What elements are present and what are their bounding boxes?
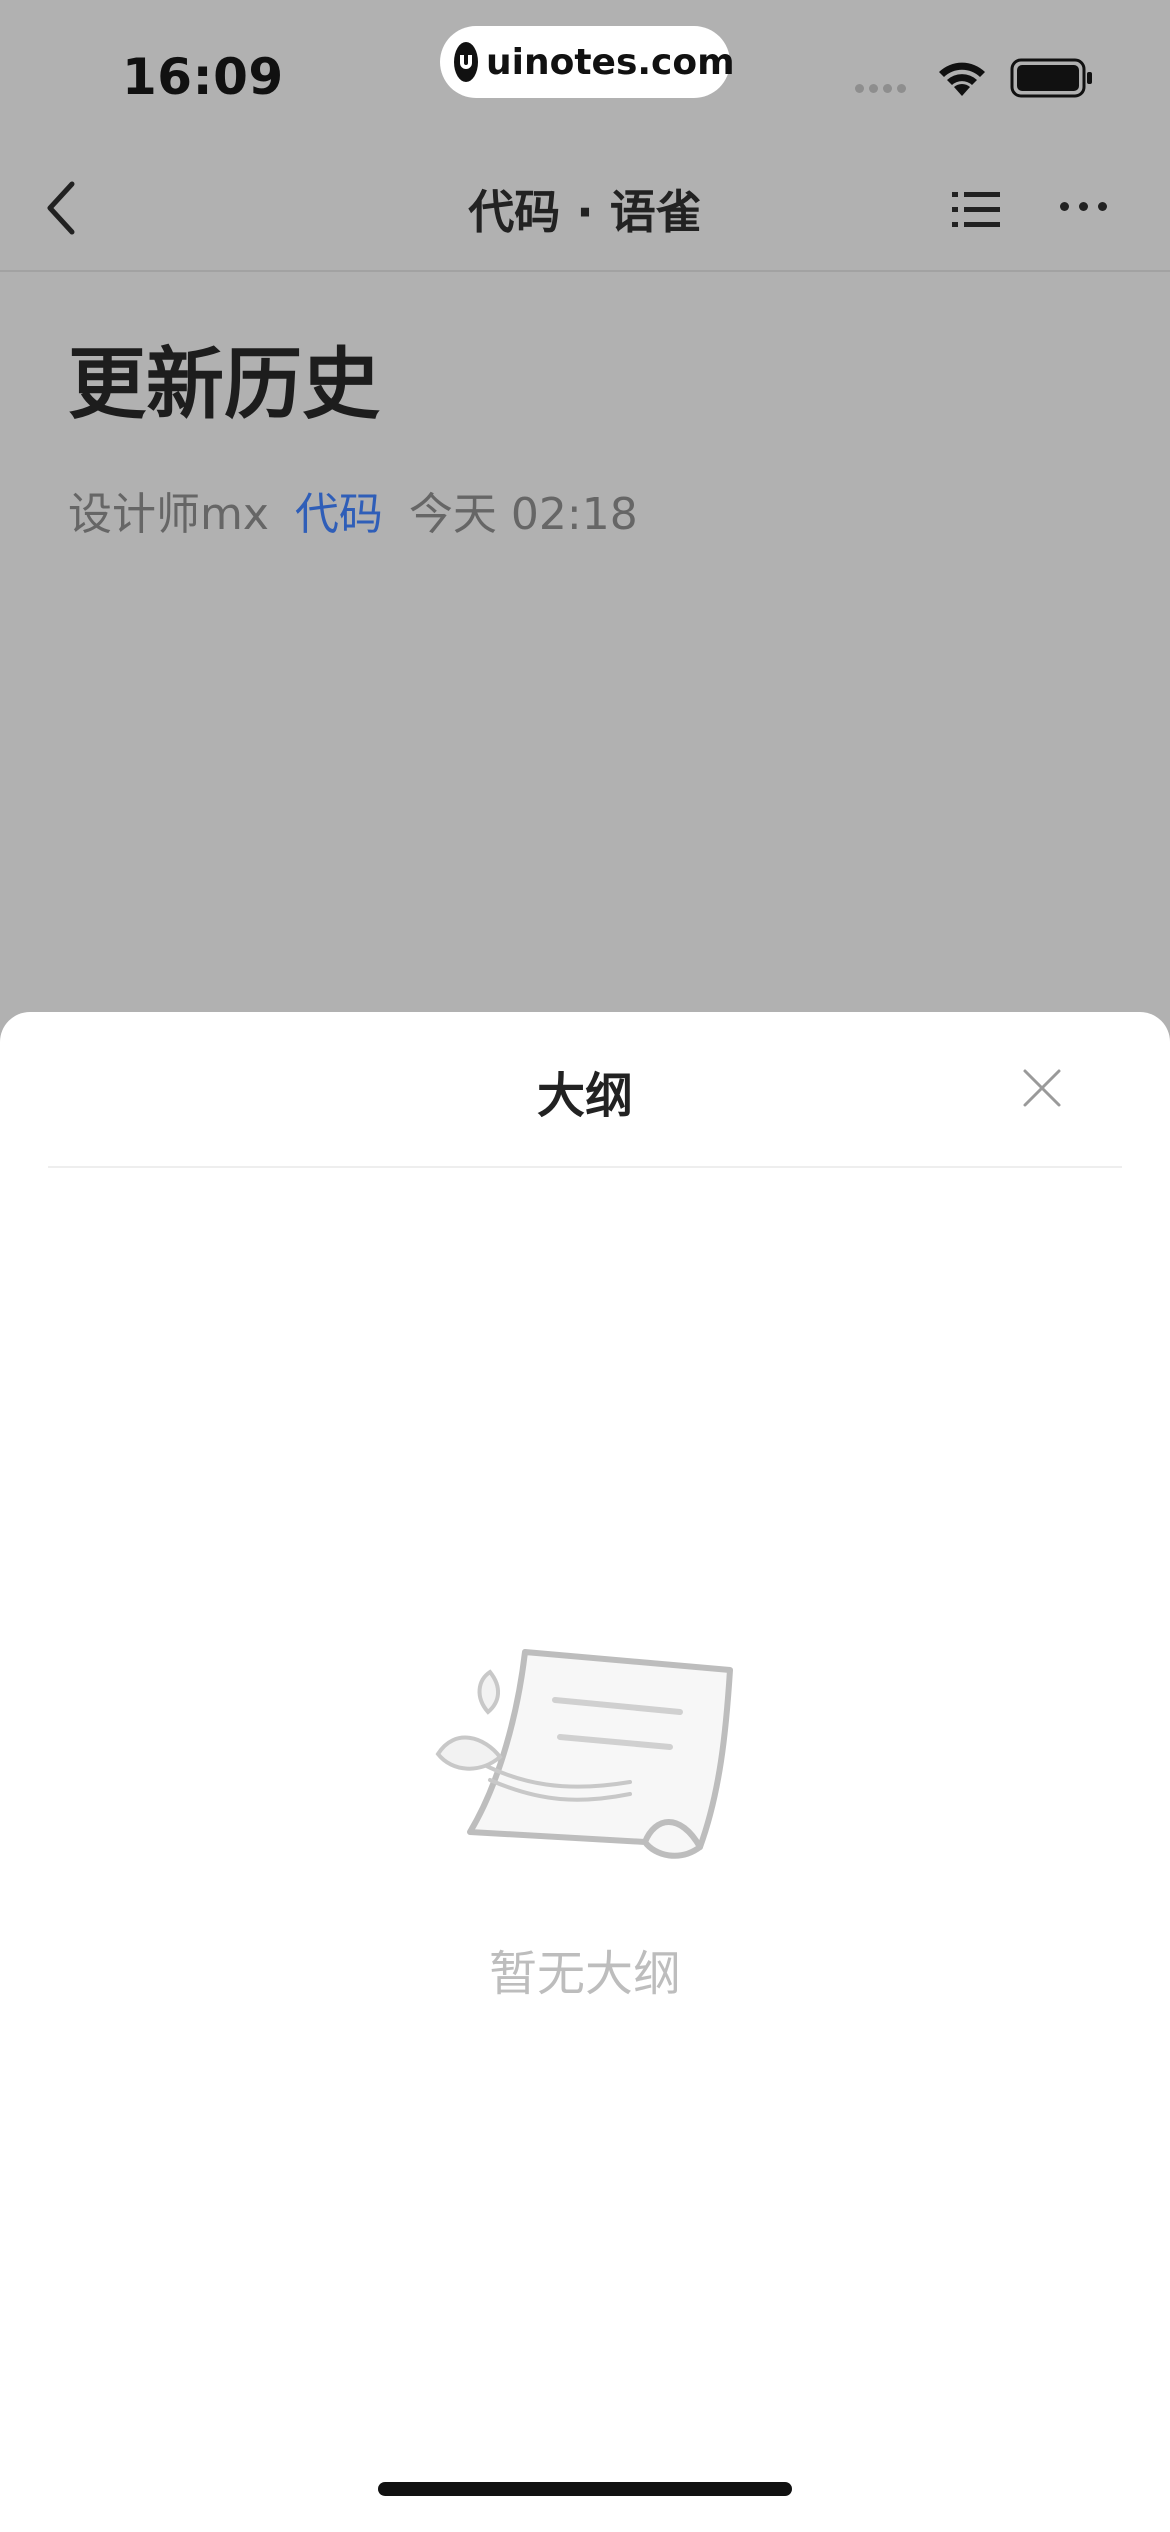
- close-icon[interactable]: [1022, 1068, 1062, 1108]
- document-meta: 设计师mx 代码 今天 02:18: [68, 478, 638, 542]
- sheet-title: 大纲: [536, 1068, 633, 1124]
- outline-sheet: 大纲 暂无大纲: [0, 1012, 1170, 2532]
- empty-outline-illustration-icon: [435, 1649, 733, 1859]
- book-link[interactable]: 代码: [295, 478, 383, 542]
- battery-icon: [1010, 58, 1092, 98]
- empty-outline-text: 暂无大纲: [488, 1946, 681, 2002]
- document-title: 更新历史: [68, 340, 381, 430]
- cellular-signal-icon: [855, 84, 906, 93]
- sheet-divider: [48, 1166, 1122, 1168]
- more-options-icon[interactable]: [1060, 202, 1107, 211]
- author-name[interactable]: 设计师mx: [68, 478, 269, 542]
- status-bar: 16:09 uinotes.com: [0, 0, 1170, 140]
- nav-bar: 代码 · 语雀: [0, 140, 1170, 272]
- watermark-text: uinotes.com: [486, 41, 735, 83]
- home-indicator[interactable]: [378, 2482, 792, 2496]
- updated-date: 今天 02:18: [408, 489, 638, 540]
- watermark-logo-icon: [454, 42, 478, 82]
- outline-list-icon[interactable]: [950, 188, 1002, 232]
- wifi-icon: [939, 62, 985, 96]
- status-time: 16:09: [122, 48, 284, 106]
- watermark-pill: uinotes.com: [440, 26, 735, 98]
